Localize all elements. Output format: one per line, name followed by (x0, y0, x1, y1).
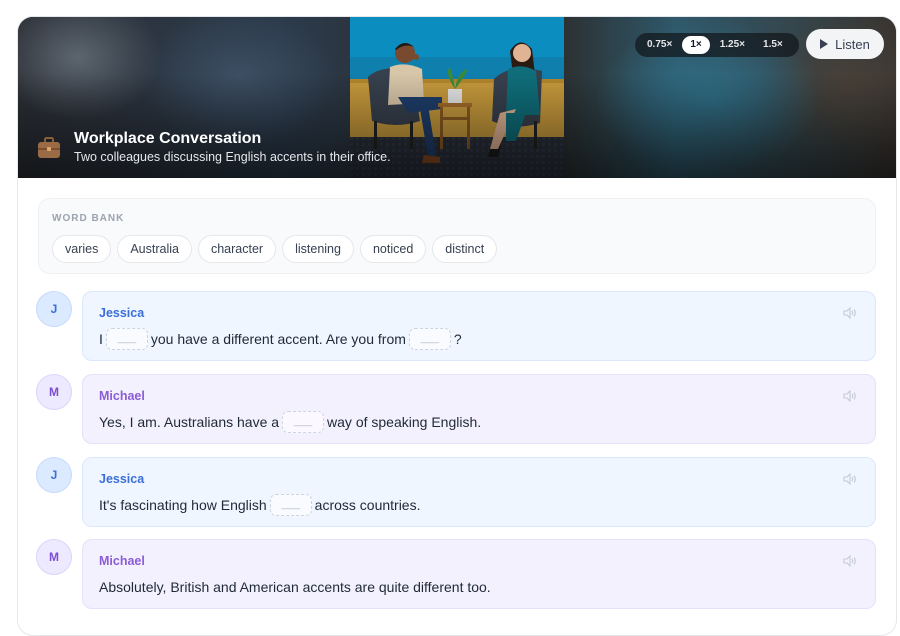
hero-text: Workplace Conversation Two colleagues di… (74, 129, 391, 165)
text-segment: I (99, 331, 103, 347)
speaker-icon[interactable] (843, 307, 857, 319)
speaker-icon[interactable] (843, 390, 857, 402)
conversation-card: Workplace Conversation Two colleagues di… (17, 16, 897, 636)
speed-option-1[interactable]: 1× (682, 36, 710, 54)
blank-slot[interactable]: ___ (408, 328, 451, 350)
blank-slot[interactable]: ___ (105, 328, 148, 350)
listen-button[interactable]: Listen (806, 29, 884, 59)
word-chip[interactable]: character (197, 235, 277, 263)
word-chip[interactable]: listening (282, 235, 354, 263)
speaker-name: Michael (99, 554, 145, 568)
playback-speed-selector: 0.75× 1× 1.25× 1.5× (635, 33, 799, 57)
message-bubble: Michael Yes, I am. Australians have a __… (82, 374, 876, 444)
play-icon (820, 39, 829, 49)
message-text: Yes, I am. Australians have a ___ way of… (99, 411, 481, 433)
hero-banner: Workplace Conversation Two colleagues di… (18, 17, 896, 178)
briefcase-icon (38, 137, 60, 158)
speed-option-1-5[interactable]: 1.5× (755, 36, 791, 54)
text-segment: ? (453, 331, 462, 347)
speaker-name: Jessica (99, 472, 145, 486)
avatar: M (36, 539, 72, 575)
word-chip[interactable]: varies (52, 235, 112, 263)
speaker-icon[interactable] (843, 555, 857, 567)
hero-heading: Workplace Conversation Two colleagues di… (36, 129, 391, 165)
word-bank-label: WORD BANK (52, 213, 125, 224)
message-bubble: Jessica It's fascinating how English ___… (82, 457, 876, 527)
blank-slot[interactable]: ___ (269, 494, 312, 516)
page-title: Workplace Conversation (74, 130, 262, 147)
word-chip[interactable]: Australia (117, 235, 192, 263)
word-chip[interactable]: distinct (432, 235, 498, 263)
word-chip[interactable]: noticed (359, 235, 427, 263)
blank-slot[interactable]: ___ (282, 411, 325, 433)
speed-option-1-25[interactable]: 1.25× (712, 36, 753, 54)
word-bank: WORD BANK varies Australia character lis… (38, 198, 876, 274)
message-bubble: Michael Absolutely, British and American… (82, 539, 876, 609)
text-segment: Yes, I am. Australians have a (99, 414, 280, 430)
page-subtitle: Two colleagues discussing English accent… (74, 150, 391, 164)
text-segment: It's fascinating how English (99, 497, 267, 513)
message-bubble: Jessica I ___ you have a different accen… (82, 291, 876, 361)
listen-label: Listen (835, 36, 870, 52)
speaker-name: Jessica (99, 306, 145, 320)
text-segment: across countries. (314, 497, 421, 513)
message-text: It's fascinating how English ___ across … (99, 494, 420, 516)
message-text: Absolutely, British and American accents… (99, 576, 491, 598)
avatar: J (36, 457, 72, 493)
text-segment: Absolutely, British and American accents… (99, 579, 491, 595)
speed-option-0-75[interactable]: 0.75× (639, 36, 680, 54)
word-bank-chips: varies Australia character listening not… (52, 235, 498, 263)
speaker-name: Michael (99, 389, 145, 403)
avatar: M (36, 374, 72, 410)
message-text: I ___ you have a different accent. Are y… (99, 328, 462, 350)
avatar: J (36, 291, 72, 327)
speaker-icon[interactable] (843, 473, 857, 485)
text-segment: way of speaking English. (327, 414, 482, 430)
text-segment: you have a different accent. Are you fro… (150, 331, 406, 347)
